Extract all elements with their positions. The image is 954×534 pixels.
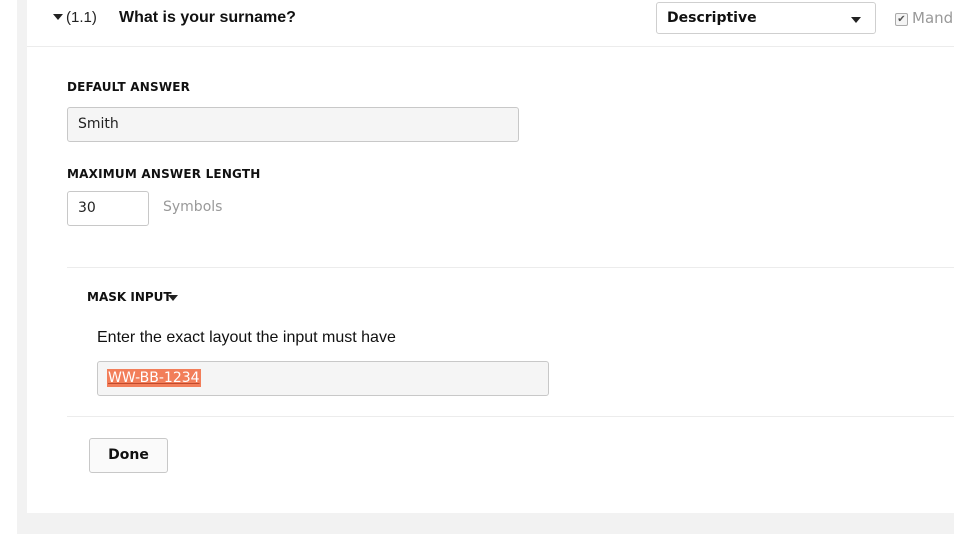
mask-input-field[interactable]: WW-BB-1234	[97, 361, 549, 396]
question-type-selected: Descriptive	[667, 10, 757, 26]
checkbox-checked-icon[interactable]: ✔	[895, 13, 908, 26]
collapse-chevron-down-icon[interactable]	[53, 14, 63, 20]
caret-down-icon	[851, 17, 861, 23]
left-gutter	[0, 0, 17, 534]
mask-input-hint: Enter the exact layout the input must ha…	[97, 329, 396, 346]
mask-input-toggle[interactable]: MASK INPUT	[87, 290, 172, 304]
question-card-background: (1.1) What is your surname? Descriptive …	[17, 0, 954, 534]
question-number: (1.1)	[66, 9, 97, 26]
question-type-select[interactable]: Descriptive	[656, 2, 876, 34]
max-length-input[interactable]: 30	[67, 191, 149, 226]
max-length-label: MAXIMUM ANSWER LENGTH	[67, 167, 261, 181]
default-answer-input[interactable]: Smith	[67, 107, 519, 142]
mandatory-label: Mandat	[912, 9, 954, 27]
question-title: What is your surname?	[119, 9, 296, 26]
mask-input-selected-text: WW-BB-1234	[107, 369, 201, 387]
max-length-unit: Symbols	[163, 199, 223, 215]
mandatory-toggle[interactable]: ✔ Mandat	[895, 9, 954, 27]
default-answer-label: DEFAULT ANSWER	[67, 80, 191, 94]
mask-chevron-down-icon[interactable]	[168, 295, 178, 301]
section-divider	[67, 267, 954, 268]
section-divider	[67, 416, 954, 417]
question-header[interactable]: (1.1) What is your surname? Descriptive …	[27, 0, 954, 47]
done-button[interactable]: Done	[89, 438, 168, 473]
page: (1.1) What is your surname? Descriptive …	[0, 0, 954, 534]
question-card: (1.1) What is your surname? Descriptive …	[27, 0, 954, 513]
